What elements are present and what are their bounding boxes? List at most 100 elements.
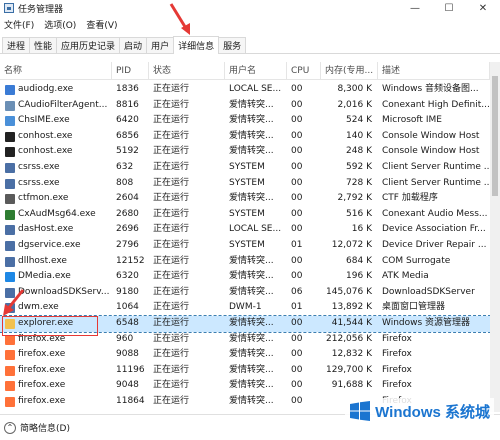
cell-desc: Client Server Runtime ... bbox=[382, 161, 490, 172]
cell-status: 正在运行 bbox=[153, 349, 190, 360]
tab-services[interactable]: 服务 bbox=[218, 37, 247, 53]
annotation-arrow-row bbox=[3, 289, 25, 316]
cell-name: conhost.exe bbox=[18, 130, 73, 141]
cell-user: 爱情转突... bbox=[229, 395, 274, 406]
column-header-memory[interactable]: 内存(专用... bbox=[321, 62, 378, 80]
cell-mem: 728 K bbox=[346, 177, 372, 188]
cell-user: 爱情转突... bbox=[229, 130, 274, 141]
cell-mem: 12,072 K bbox=[331, 239, 372, 250]
cell-name: CxAudMsg64.exe bbox=[18, 208, 96, 219]
cell-desc: Device Driver Repair ... bbox=[382, 239, 487, 250]
table-row[interactable]: DMedia.exe 6320 正在运行 爱情转突... 00 196 K ATK Medi… bbox=[0, 269, 500, 285]
cell-name: dasHost.exe bbox=[18, 224, 74, 235]
column-header-description[interactable]: 描述 bbox=[378, 62, 490, 80]
maximize-button[interactable]: ☐ bbox=[432, 0, 466, 16]
cell-name: firefox.exe bbox=[18, 349, 66, 360]
menu-file[interactable]: 文件(F) bbox=[4, 18, 34, 31]
menu-options[interactable]: 选项(O) bbox=[44, 18, 76, 31]
cell-status: 正在运行 bbox=[153, 286, 190, 297]
cell-status: 正在运行 bbox=[153, 84, 190, 94]
fewer-details-link[interactable]: 简略信息(D) bbox=[20, 421, 70, 434]
cell-user: 爱情转突... bbox=[229, 349, 274, 360]
cell-cpu: 00 bbox=[291, 115, 303, 126]
table-row[interactable]: dllhost.exe 12152 正在运行 爱情转突... 00 684 K COM Su… bbox=[0, 254, 500, 270]
column-header-username[interactable]: 用户名 bbox=[225, 62, 287, 80]
cell-cpu: 00 bbox=[291, 208, 303, 219]
cell-user: SYSTEM bbox=[229, 208, 265, 219]
cell-cpu: 01 bbox=[291, 239, 303, 250]
cell-desc: CTF 加载程序 bbox=[382, 193, 438, 204]
cell-status: 正在运行 bbox=[153, 115, 190, 126]
column-header-status[interactable]: 状态 bbox=[149, 62, 225, 80]
table-row[interactable]: csrss.exe 632 正在运行 SYSTEM 00 592 K Client Serv… bbox=[0, 160, 500, 176]
table-row[interactable]: conhost.exe 6856 正在运行 爱情转突... 00 140 K Console… bbox=[0, 129, 500, 145]
cell-cpu: 00 bbox=[291, 84, 303, 94]
cell-name: ctfmon.exe bbox=[18, 193, 69, 204]
cell-mem: 145,076 K bbox=[326, 286, 372, 297]
table-row[interactable]: dasHost.exe 2696 正在运行 LOCAL SE... 00 16 K Devi… bbox=[0, 222, 500, 238]
window-controls: — ☐ ✕ bbox=[398, 0, 500, 16]
cell-status: 正在运行 bbox=[153, 395, 190, 406]
cell-cpu: 00 bbox=[291, 224, 303, 235]
watermark: Windows 系统城 bbox=[345, 398, 494, 424]
tab-processes[interactable]: 进程 bbox=[2, 37, 31, 53]
tab-users[interactable]: 用户 bbox=[146, 37, 175, 53]
cell-cpu: 00 bbox=[291, 364, 303, 375]
tab-details[interactable]: 详细信息 bbox=[173, 36, 220, 54]
cell-user: SYSTEM bbox=[229, 177, 265, 188]
column-header-cpu[interactable]: CPU bbox=[287, 62, 321, 80]
cell-user: 爱情转突... bbox=[229, 364, 274, 375]
close-button[interactable]: ✕ bbox=[466, 0, 500, 16]
task-manager-icon bbox=[4, 3, 14, 13]
cell-mem: 140 K bbox=[346, 130, 372, 141]
cell-name: csrss.exe bbox=[18, 161, 60, 172]
title-bar: 任务管理器 — ☐ ✕ bbox=[0, 0, 500, 16]
table-row[interactable]: dwm.exe 1064 正在运行 DWM-1 01 13,892 K 桌面窗口管理器 bbox=[0, 300, 500, 316]
cell-pid: 9048 bbox=[116, 380, 139, 391]
cell-user: 爱情转突... bbox=[229, 193, 274, 204]
cell-status: 正在运行 bbox=[153, 161, 190, 172]
table-row[interactable]: ctfmon.exe 2604 正在运行 爱情转突... 00 2,792 K CTF 加载… bbox=[0, 191, 500, 207]
tab-startup[interactable]: 启动 bbox=[119, 37, 148, 53]
cell-pid: 2604 bbox=[116, 193, 139, 204]
table-row[interactable]: CxAudMsg64.exe 2680 正在运行 SYSTEM 00 516 K Conex… bbox=[0, 207, 500, 223]
cell-cpu: 00 bbox=[291, 380, 303, 391]
table-row[interactable]: audiodg.exe 1836 正在运行 LOCAL SE... 00 8,300 K W… bbox=[0, 82, 500, 98]
scrollbar-thumb[interactable] bbox=[492, 76, 498, 196]
table-row[interactable]: firefox.exe 11196 正在运行 爱情转突... 00 129,700 K Fi… bbox=[0, 363, 500, 379]
cell-cpu: 00 bbox=[291, 271, 303, 282]
table-row[interactable]: DownloadSDKServ... 9180 正在运行 爱情转突... 06 145,0… bbox=[0, 285, 500, 301]
cell-desc: ATK Media bbox=[382, 271, 429, 282]
cell-mem: 41,544 K bbox=[331, 317, 372, 328]
table-row[interactable]: dgservice.exe 2796 正在运行 SYSTEM 01 12,072 K Dev… bbox=[0, 238, 500, 254]
table-row[interactable]: CAudioFilterAgent... 8816 正在运行 爱情转突... 00 2,0… bbox=[0, 98, 500, 114]
cell-pid: 6856 bbox=[116, 130, 139, 141]
vertical-scrollbar[interactable] bbox=[490, 62, 500, 412]
tab-bar: 进程 性能 应用历史记录 启动 用户 详细信息 服务 bbox=[0, 36, 500, 54]
cell-pid: 1836 bbox=[116, 84, 139, 94]
chevron-up-icon[interactable]: ⌃ bbox=[4, 421, 16, 434]
cell-user: DWM-1 bbox=[229, 302, 262, 313]
cell-desc: Firefox bbox=[382, 349, 412, 360]
table-row[interactable]: ChsIME.exe 6420 正在运行 爱情转突... 00 524 K Microsof… bbox=[0, 113, 500, 129]
tab-performance[interactable]: 性能 bbox=[29, 37, 58, 53]
table-row[interactable]: firefox.exe 9048 正在运行 爱情转突... 00 91,688 K Fire… bbox=[0, 378, 500, 394]
cell-cpu: 00 bbox=[291, 317, 303, 328]
cell-pid: 9180 bbox=[116, 286, 139, 297]
cell-pid: 960 bbox=[116, 333, 134, 344]
window-title: 任务管理器 bbox=[18, 4, 64, 15]
watermark-text: Windows 系统城 bbox=[375, 403, 490, 421]
menu-view[interactable]: 查看(V) bbox=[86, 18, 117, 31]
column-header-name[interactable]: 名称 bbox=[0, 62, 112, 80]
cell-cpu: 00 bbox=[291, 130, 303, 141]
tab-app-history[interactable]: 应用历史记录 bbox=[56, 37, 121, 53]
column-header-pid[interactable]: PID bbox=[112, 62, 149, 80]
cell-name: firefox.exe bbox=[18, 364, 66, 375]
cell-cpu: 00 bbox=[291, 146, 303, 157]
table-row[interactable]: csrss.exe 808 正在运行 SYSTEM 00 728 K Client Serv… bbox=[0, 176, 500, 192]
table-row[interactable]: firefox.exe 9088 正在运行 爱情转突... 00 12,832 K Fire… bbox=[0, 347, 500, 363]
cell-status: 正在运行 bbox=[153, 317, 190, 328]
cell-mem: 516 K bbox=[346, 208, 372, 219]
minimize-button[interactable]: — bbox=[398, 0, 432, 16]
table-row[interactable]: conhost.exe 5192 正在运行 爱情转突... 00 248 K Console… bbox=[0, 144, 500, 160]
